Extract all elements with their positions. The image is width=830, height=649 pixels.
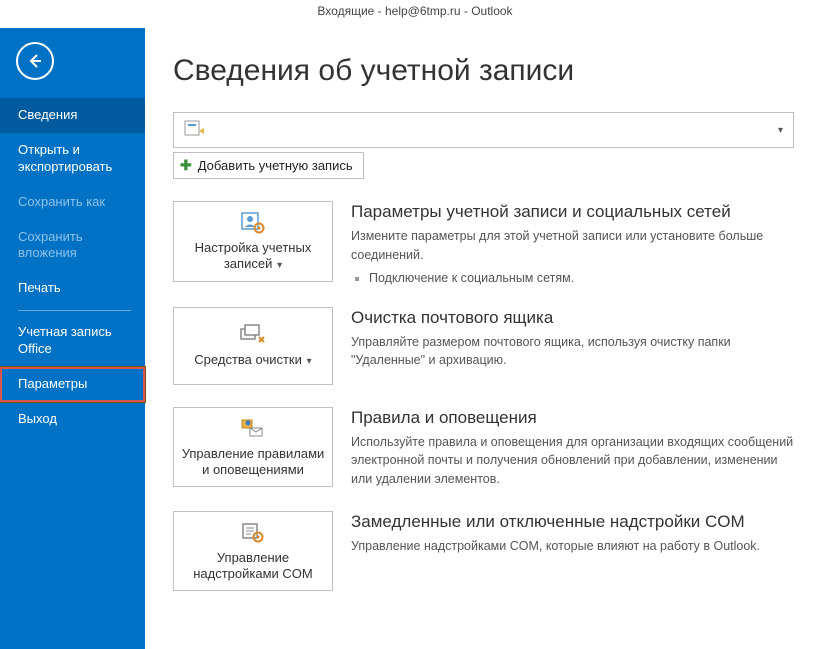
person-gear-icon: [239, 210, 267, 236]
nav-label: Учетная запись Office: [18, 324, 112, 356]
cleanup-tools-button[interactable]: Средства очистки ▾: [173, 307, 333, 385]
option-heading: Замедленные или отключенные надстройки C…: [351, 511, 794, 533]
back-button[interactable]: [16, 42, 54, 80]
back-arrow-icon: [26, 52, 44, 70]
nav-label: Сохранить вложения: [18, 229, 83, 261]
nav-item-save-as: Сохранить как: [0, 185, 145, 220]
nav-separator: [18, 310, 131, 311]
option-description: Управляйте размером почтового ящика, исп…: [351, 333, 794, 371]
nav-label: Сведения: [18, 107, 77, 122]
rules-alerts-button[interactable]: Управление правилами и оповещениями: [173, 407, 333, 488]
title-bar: Входящие - help@6tmp.ru - Outlook: [0, 0, 830, 28]
button-label: Управление правилами и оповещениями: [180, 446, 326, 479]
option-description: Управление надстройками COM, которые вли…: [351, 537, 794, 556]
sidebar: Сведения Открыть и экспортировать Сохран…: [0, 28, 145, 649]
account-settings-button[interactable]: Настройка учетных записей ▾: [173, 201, 333, 282]
add-account-label: Добавить учетную запись: [198, 158, 353, 173]
option-description: Используйте правила и оповещения для орг…: [351, 433, 794, 489]
main-content: Сведения об учетной записи ▾ ✚ Добавить …: [145, 28, 830, 649]
com-addins-button[interactable]: Управление надстройками COM: [173, 511, 333, 592]
account-dropdown[interactable]: ▾: [173, 112, 794, 148]
nav-label: Печать: [18, 280, 61, 295]
button-label: Управление надстройками COM: [180, 550, 326, 583]
option-row-cleanup: Средства очистки ▾ Очистка почтового ящи…: [173, 307, 794, 385]
nav-item-save-attachments: Сохранить вложения: [0, 220, 145, 272]
option-heading: Параметры учетной записи и социальных се…: [351, 201, 794, 223]
nav-item-open-export[interactable]: Открыть и экспортировать: [0, 133, 145, 185]
outlook-backstage-window: Входящие - help@6tmp.ru - Outlook Сведен…: [0, 0, 830, 649]
nav-label: Параметры: [18, 376, 87, 391]
nav-item-info[interactable]: Сведения: [0, 98, 145, 133]
add-account-button[interactable]: ✚ Добавить учетную запись: [173, 152, 364, 179]
option-heading: Очистка почтового ящика: [351, 307, 794, 329]
option-row-rules: Управление правилами и оповещениями Прав…: [173, 407, 794, 489]
option-description: Измените параметры для этой учетной запи…: [351, 227, 794, 265]
nav-item-print[interactable]: Печать: [0, 271, 145, 306]
chevron-down-icon: ▾: [778, 125, 783, 136]
option-row-account-settings: Настройка учетных записей ▾ Параметры уч…: [173, 201, 794, 285]
plus-icon: ✚: [180, 157, 192, 174]
account-file-icon: [184, 119, 206, 142]
nav-item-office-account[interactable]: Учетная запись Office: [0, 315, 145, 367]
option-heading: Правила и оповещения: [351, 407, 794, 429]
button-label: Настройка учетных записей ▾: [180, 240, 326, 273]
nav-label: Открыть и экспортировать: [18, 142, 112, 174]
option-bullet: Подключение к социальным сетям.: [369, 271, 794, 285]
nav-label: Выход: [18, 411, 57, 426]
nav-label: Сохранить как: [18, 194, 105, 209]
page-title: Сведения об учетной записи: [173, 54, 794, 88]
nav-item-exit[interactable]: Выход: [0, 402, 145, 437]
rules-icon: [239, 416, 267, 442]
button-label: Средства очистки ▾: [194, 352, 311, 369]
option-row-com-addins: Управление надстройками COM Замедленные …: [173, 511, 794, 592]
cleanup-icon: [239, 322, 267, 348]
nav-item-options[interactable]: Параметры: [0, 367, 145, 402]
addins-icon: [239, 520, 267, 546]
